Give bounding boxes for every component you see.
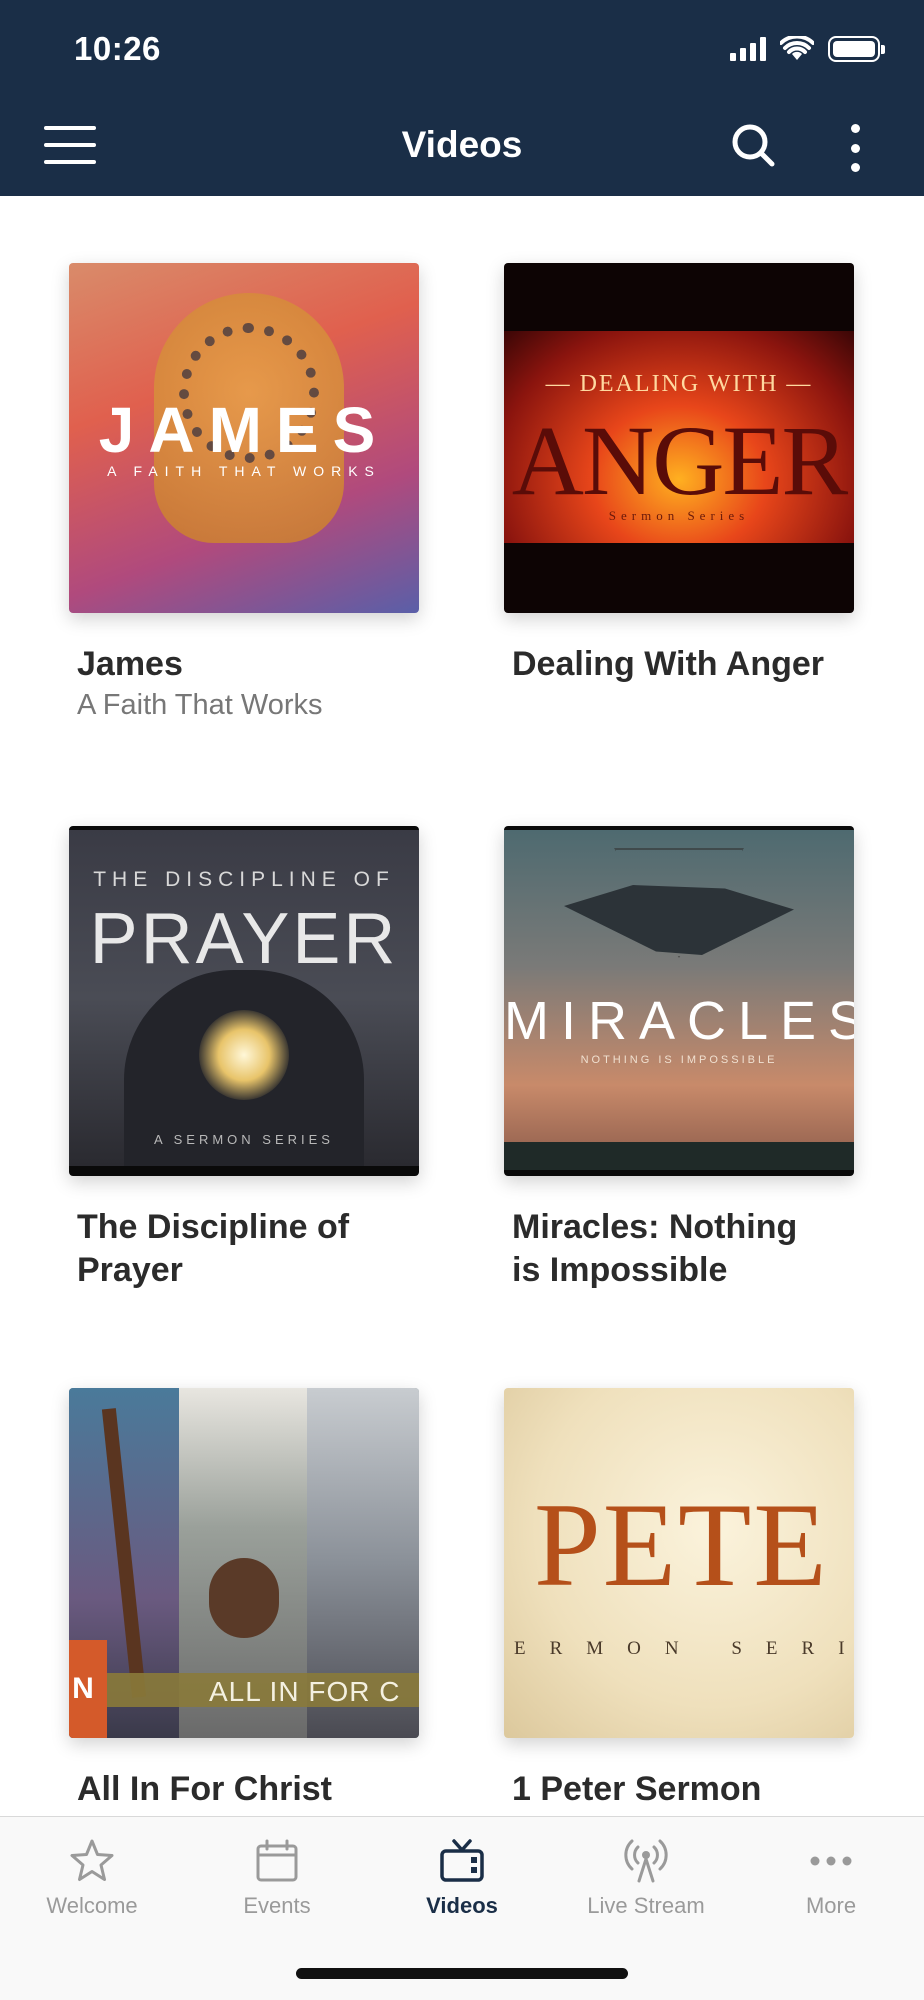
art-top: THE DISCIPLINE OF bbox=[93, 868, 395, 891]
calendar-icon bbox=[256, 1839, 298, 1882]
cellular-signal-icon bbox=[730, 37, 766, 61]
video-title: Miracles: Nothing is Impossible bbox=[512, 1208, 798, 1289]
tab-events[interactable]: Events bbox=[185, 1837, 369, 1919]
video-title: James bbox=[77, 645, 183, 683]
art-title: ANGER bbox=[511, 405, 848, 516]
dot bbox=[850, 143, 860, 153]
art-subtitle: A SERMON SERIES bbox=[154, 1132, 334, 1147]
video-thumbnail: THE DISCIPLINE OF PRAYER A SERMON SERIES bbox=[69, 826, 419, 1176]
tab-label: More bbox=[805, 1893, 857, 1918]
ellipsis-icon bbox=[810, 1856, 852, 1866]
status-time: 10:26 bbox=[74, 30, 161, 67]
search-icon[interactable] bbox=[728, 120, 780, 172]
art-tag: N bbox=[72, 1672, 94, 1705]
video-grid: JAMES A FAITH THAT WORKS James A Faith T… bbox=[0, 196, 924, 1816]
tab-more[interactable]: More bbox=[739, 1837, 923, 1919]
tab-label: Events bbox=[243, 1893, 311, 1918]
star-icon bbox=[70, 1839, 114, 1881]
art-subtitle: ERMON SERIE bbox=[514, 1638, 854, 1659]
video-card-james[interactable]: JAMES A FAITH THAT WORKS James A Faith T… bbox=[69, 263, 419, 724]
video-title: 1 Peter Sermon Series bbox=[512, 1770, 762, 1816]
dot bbox=[850, 163, 860, 172]
video-card-prayer[interactable]: THE DISCIPLINE OF PRAYER A SERMON SERIES… bbox=[69, 826, 419, 1292]
tab-label: Videos bbox=[426, 1893, 498, 1918]
video-subtitle: A Faith That Works bbox=[77, 689, 323, 721]
tv-icon bbox=[440, 1839, 484, 1882]
tab-welcome[interactable]: Welcome bbox=[0, 1837, 184, 1919]
video-card-all-in[interactable]: ALL IN FOR C N All In For Christ bbox=[69, 1388, 419, 1811]
wifi-icon bbox=[780, 36, 814, 60]
tab-live-stream[interactable]: Live Stream bbox=[554, 1837, 738, 1919]
head-graphic bbox=[209, 1558, 279, 1638]
app-header: 10:26 Videos bbox=[0, 0, 924, 196]
art-top: — DEALING WITH — bbox=[545, 371, 813, 397]
tab-label: Live Stream bbox=[587, 1893, 705, 1918]
art-subtitle: Sermon Series bbox=[608, 508, 750, 523]
video-thumbnail: ALL IN FOR C N bbox=[69, 1388, 419, 1738]
light-glow bbox=[199, 1010, 289, 1100]
video-thumbnail: JAMES A FAITH THAT WORKS bbox=[69, 263, 419, 613]
video-card-miracles[interactable]: MIRACLES NOTHING IS IMPOSSIBLE Miracles:… bbox=[504, 826, 854, 1292]
broadcast-icon bbox=[624, 1839, 668, 1883]
art-title: MIRACLES bbox=[504, 991, 854, 1051]
tab-label: Welcome bbox=[46, 1893, 138, 1918]
art-title: PETE bbox=[534, 1478, 829, 1611]
art-title: ALL IN FOR C bbox=[209, 1676, 401, 1707]
status-icons bbox=[730, 36, 885, 62]
art-subtitle: A FAITH THAT WORKS bbox=[107, 463, 381, 479]
home-indicator bbox=[296, 1968, 628, 1979]
art-title: JAMES bbox=[98, 394, 390, 466]
video-thumbnail: PETE ERMON SERIE bbox=[504, 1388, 854, 1738]
video-thumbnail: — DEALING WITH — ANGER Sermon Series bbox=[504, 263, 854, 613]
more-options-button[interactable] bbox=[840, 124, 870, 172]
video-title: The Discipline of Prayer bbox=[77, 1208, 350, 1289]
ground-graphic bbox=[504, 1142, 854, 1170]
art-title: PRAYER bbox=[89, 899, 399, 979]
art-subtitle: NOTHING IS IMPOSSIBLE bbox=[580, 1054, 778, 1066]
video-card-anger[interactable]: — DEALING WITH — ANGER Sermon Series Dea… bbox=[504, 263, 854, 686]
tab-videos[interactable]: Videos bbox=[370, 1837, 554, 1919]
dot bbox=[850, 124, 860, 133]
page-title: Videos bbox=[401, 124, 523, 165]
video-title: Dealing With Anger bbox=[512, 645, 824, 683]
video-thumbnail: MIRACLES NOTHING IS IMPOSSIBLE bbox=[504, 826, 854, 1176]
video-card-1-peter[interactable]: PETE ERMON SERIE 1 Peter Sermon Series bbox=[504, 1388, 854, 1816]
video-title: All In For Christ bbox=[77, 1770, 332, 1808]
battery-icon bbox=[828, 36, 885, 62]
